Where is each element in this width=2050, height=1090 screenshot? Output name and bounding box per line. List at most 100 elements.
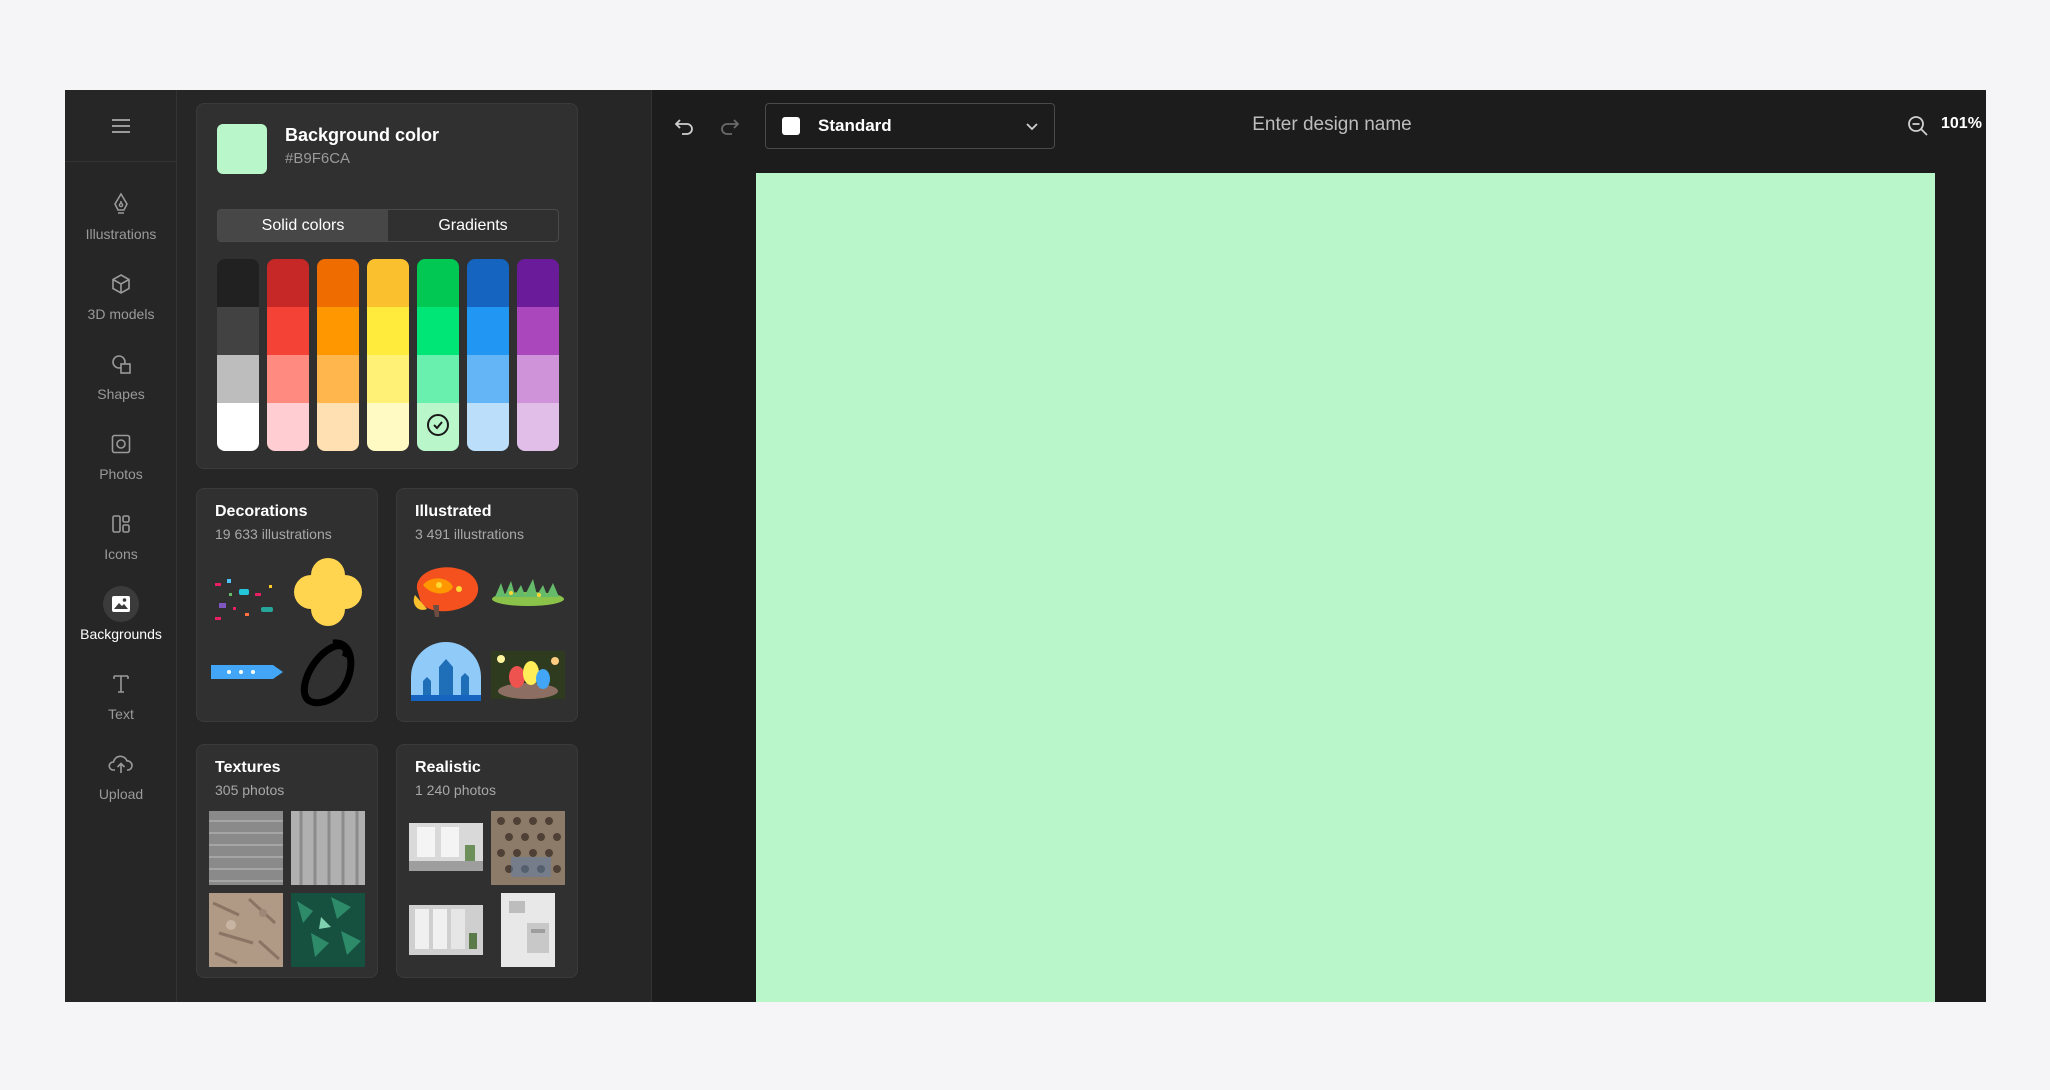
color-swatch[interactable] xyxy=(417,259,459,307)
background-color-title: Background color xyxy=(285,125,440,145)
color-swatch[interactable] xyxy=(217,403,259,451)
rail-item-shapes[interactable]: Shapes xyxy=(65,338,177,410)
color-swatch[interactable] xyxy=(317,355,359,403)
canvas-size-dropdown[interactable]: Standard xyxy=(765,103,1055,149)
grass-island-thumbnail xyxy=(492,579,564,606)
color-swatch[interactable] xyxy=(217,307,259,355)
text-icon xyxy=(103,666,139,702)
shapes-icon xyxy=(103,346,139,382)
category-title: Illustrated xyxy=(415,503,492,520)
rail-item-label: Upload xyxy=(98,786,144,802)
rail-item-label: Icons xyxy=(104,546,138,562)
color-swatch[interactable] xyxy=(217,259,259,307)
redo-icon[interactable] xyxy=(718,114,742,138)
color-swatch[interactable] xyxy=(467,403,509,451)
background-color-hex[interactable]: #B9F6CA xyxy=(285,150,350,167)
palette-column xyxy=(517,259,559,451)
palette-column xyxy=(467,259,509,451)
texture-thumbnail xyxy=(209,893,283,967)
preset-swatch xyxy=(782,117,800,135)
color-swatch[interactable] xyxy=(367,403,409,451)
texture-thumbnail xyxy=(291,811,365,885)
category-realistic[interactable]: Realistic 1 240 photos xyxy=(396,744,578,978)
texture-thumbnail xyxy=(291,893,365,967)
color-swatch[interactable] xyxy=(517,307,559,355)
color-swatch[interactable] xyxy=(267,307,309,355)
photo-thumbnail xyxy=(501,893,555,967)
color-swatch[interactable] xyxy=(367,259,409,307)
color-swatch[interactable] xyxy=(367,307,409,355)
cloud-upload-icon xyxy=(103,746,139,782)
color-palette xyxy=(217,259,561,451)
design-canvas[interactable] xyxy=(756,173,1935,1002)
color-swatch[interactable] xyxy=(267,403,309,451)
chevron-down-icon xyxy=(1026,123,1038,131)
current-color-swatch[interactable] xyxy=(217,124,267,174)
color-swatch[interactable] xyxy=(417,307,459,355)
rail-item-backgrounds[interactable]: Backgrounds xyxy=(65,578,177,650)
palette-column xyxy=(217,259,259,451)
undo-icon[interactable] xyxy=(672,114,696,138)
palette-column xyxy=(367,259,409,451)
image-icon xyxy=(103,586,139,622)
color-swatch[interactable] xyxy=(417,403,459,451)
color-swatch[interactable] xyxy=(367,355,409,403)
color-swatch[interactable] xyxy=(217,355,259,403)
color-swatch[interactable] xyxy=(517,259,559,307)
category-textures[interactable]: Textures 305 photos xyxy=(196,744,378,978)
color-swatch[interactable] xyxy=(317,403,359,451)
color-swatch[interactable] xyxy=(317,259,359,307)
color-swatch[interactable] xyxy=(517,403,559,451)
palette-column xyxy=(417,259,459,451)
rail-item-illustrations[interactable]: Illustrations xyxy=(65,178,177,250)
rail-item-label: Backgrounds xyxy=(80,626,162,642)
rail-item-label: Text xyxy=(108,706,134,722)
category-count: 3 491 illustrations xyxy=(415,526,524,542)
cube-icon xyxy=(103,266,139,302)
rail-item-3d-models[interactable]: 3D models xyxy=(65,258,177,330)
category-count: 305 photos xyxy=(215,782,285,798)
color-swatch[interactable] xyxy=(267,355,309,403)
category-title: Realistic xyxy=(415,759,481,776)
flower-shape-thumbnail xyxy=(294,558,362,626)
preset-label: Standard xyxy=(818,116,892,135)
photo-thumbnail xyxy=(409,905,483,955)
color-swatch[interactable] xyxy=(317,307,359,355)
zoom-dropdown[interactable]: 101% xyxy=(1941,115,1986,133)
rail-item-text[interactable]: Text xyxy=(65,658,177,730)
rail-item-label: Photos xyxy=(99,466,143,482)
editor-window: Illustrations 3D models Shapes Photos Ic xyxy=(65,90,1986,1002)
color-swatch[interactable] xyxy=(467,307,509,355)
palette-column xyxy=(267,259,309,451)
color-swatch[interactable] xyxy=(417,355,459,403)
category-count: 19 633 illustrations xyxy=(215,526,332,542)
color-swatch[interactable] xyxy=(467,259,509,307)
menu-button[interactable] xyxy=(65,90,177,162)
tab-solid-colors[interactable]: Solid colors xyxy=(218,210,388,241)
zoom-out-icon[interactable] xyxy=(1906,114,1930,138)
autumn-tree-thumbnail xyxy=(413,567,479,617)
photo-thumbnail xyxy=(491,811,565,885)
backgrounds-panel: Background color #B9F6CA Solid colors Gr… xyxy=(177,90,652,1002)
texture-thumbnail xyxy=(209,811,283,885)
category-decorations[interactable]: Decorations 19 633 illustrations xyxy=(196,488,378,722)
tab-gradients[interactable]: Gradients xyxy=(388,210,558,241)
category-title: Decorations xyxy=(215,503,308,520)
category-title: Textures xyxy=(215,759,281,776)
background-color-card: Background color #B9F6CA Solid colors Gr… xyxy=(196,103,578,469)
icons-icon xyxy=(103,506,139,542)
palette-column xyxy=(317,259,359,451)
color-swatch[interactable] xyxy=(467,355,509,403)
photo-thumbnail xyxy=(409,823,483,871)
rail-item-upload[interactable]: Upload xyxy=(65,738,177,810)
design-name-input[interactable] xyxy=(1182,114,1482,136)
rail-item-icons[interactable]: Icons xyxy=(65,498,177,570)
rail-item-label: 3D models xyxy=(87,306,155,322)
color-swatch[interactable] xyxy=(517,355,559,403)
tool-rail: Illustrations 3D models Shapes Photos Ic xyxy=(65,90,177,1002)
category-illustrated[interactable]: Illustrated 3 491 illustrations xyxy=(396,488,578,722)
rail-item-label: Shapes xyxy=(97,386,145,402)
pen-nib-icon xyxy=(103,186,139,222)
rail-item-photos[interactable]: Photos xyxy=(65,418,177,490)
color-swatch[interactable] xyxy=(267,259,309,307)
